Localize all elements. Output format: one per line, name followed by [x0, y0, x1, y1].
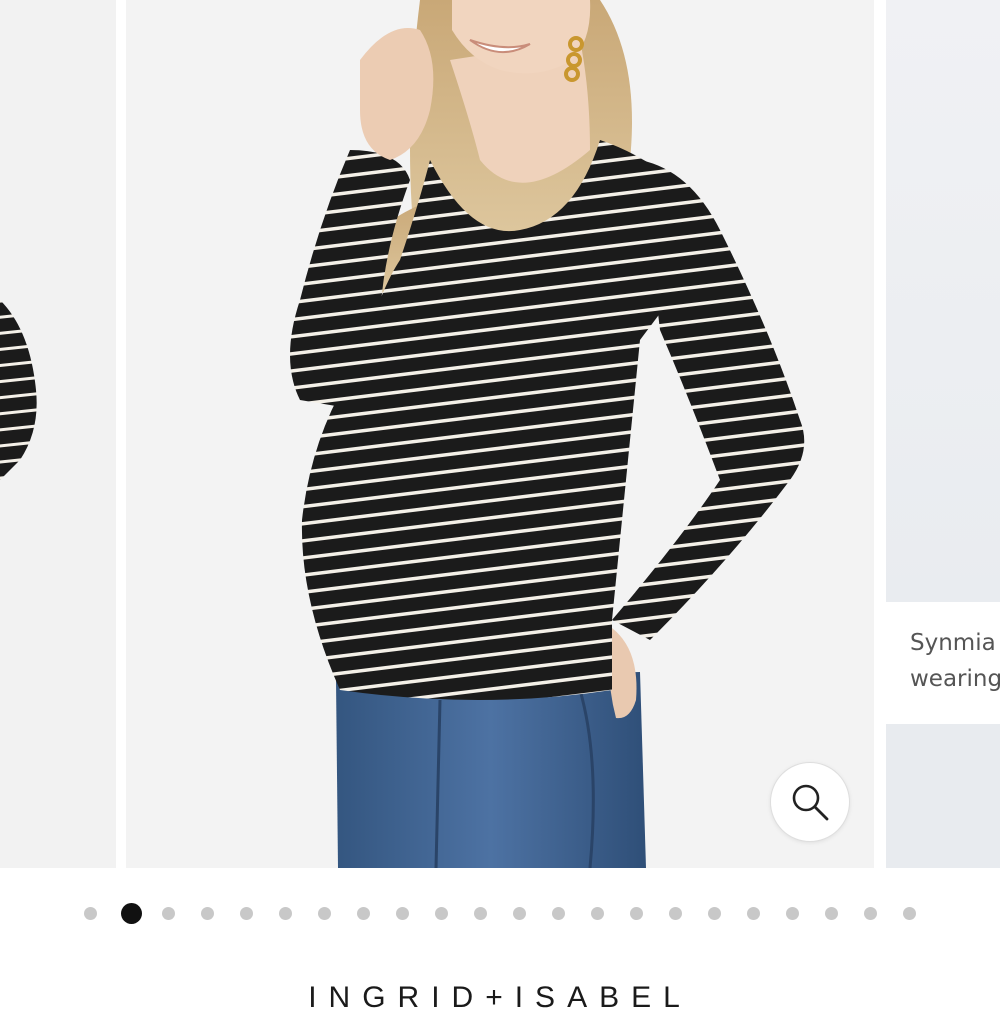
next-slide-photo	[886, 0, 1000, 602]
pagination-dot[interactable]	[707, 906, 721, 920]
next-slide-photo-lower	[886, 724, 1000, 868]
product-photo-striped-top	[290, 0, 805, 868]
next-slide[interactable]: Synmia wearing	[886, 0, 1000, 868]
pagination-dot[interactable]	[629, 906, 643, 920]
pagination-dot[interactable]	[473, 906, 487, 920]
pagination-dot[interactable]	[863, 906, 877, 920]
pagination-dot[interactable]	[434, 906, 448, 920]
pagination-dot[interactable]	[902, 906, 916, 920]
current-slide[interactable]	[126, 0, 874, 868]
pagination-dot[interactable]	[785, 906, 799, 920]
carousel-pagination[interactable]	[0, 902, 1000, 926]
search-icon	[792, 784, 829, 821]
pagination-dot[interactable]	[824, 906, 838, 920]
next-slide-caption: Synmia wearing	[886, 602, 1000, 724]
caption-line-1: Synmia	[910, 630, 996, 656]
pagination-dot[interactable]	[551, 906, 565, 920]
zoom-button[interactable]	[770, 762, 850, 842]
pagination-dot[interactable]	[590, 906, 604, 920]
pagination-dot[interactable]	[395, 906, 409, 920]
product-image-carousel[interactable]: Synmia wearing	[0, 0, 1000, 868]
previous-slide[interactable]	[0, 0, 116, 868]
pagination-dot[interactable]	[746, 906, 760, 920]
pagination-dot[interactable]	[278, 906, 292, 920]
pagination-dot[interactable]	[317, 906, 331, 920]
brand-logo: INGRID+ISABEL	[308, 981, 692, 1014]
pagination-dot[interactable]	[120, 902, 142, 924]
pagination-dot[interactable]	[239, 906, 253, 920]
pagination-dot[interactable]	[512, 906, 526, 920]
caption-line-2: wearing	[910, 666, 1000, 692]
pagination-dot[interactable]	[668, 906, 682, 920]
previous-product-photo	[0, 300, 37, 480]
pagination-dot[interactable]	[356, 906, 370, 920]
pagination-dot[interactable]	[200, 906, 214, 920]
pagination-dot[interactable]	[161, 906, 175, 920]
pagination-dot[interactable]	[83, 906, 97, 920]
